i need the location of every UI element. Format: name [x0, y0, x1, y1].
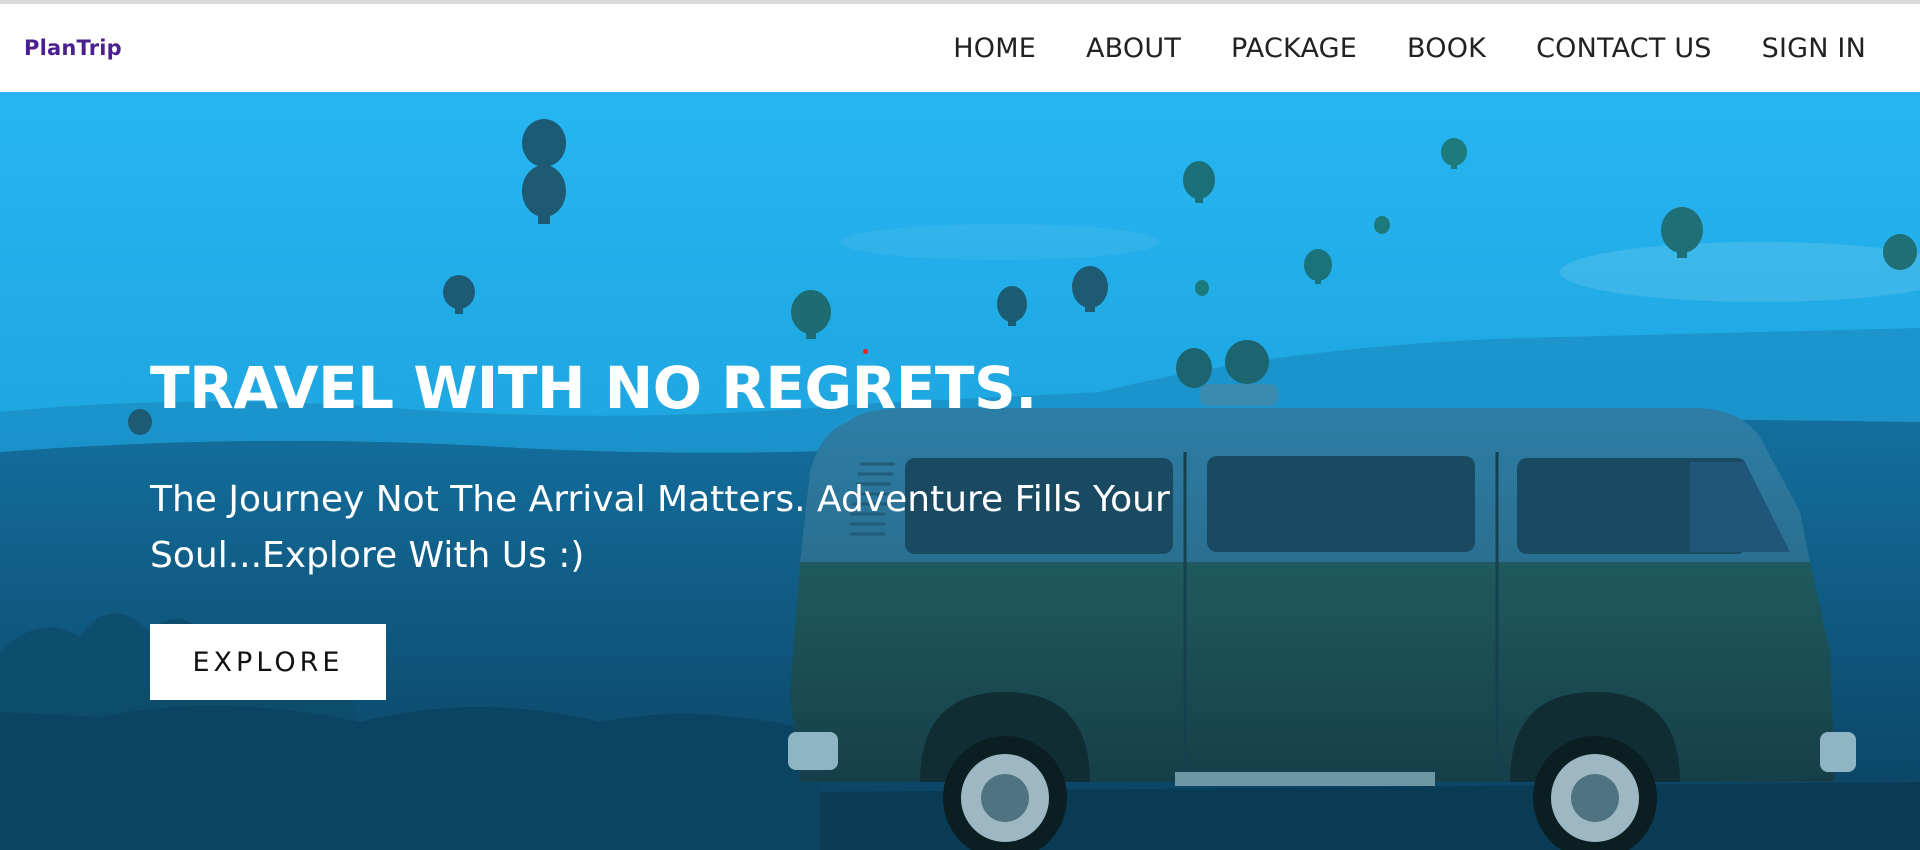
brand-logo[interactable]: PlanTrip — [24, 36, 122, 60]
navbar: PlanTrip HOME ABOUT PACKAGE BOOK CONTACT… — [0, 4, 1920, 92]
nav-package[interactable]: PACKAGE — [1231, 33, 1357, 64]
nav-contact-us[interactable]: CONTACT US — [1536, 33, 1712, 64]
nav-home[interactable]: HOME — [953, 33, 1036, 64]
hero-subtitle: The Journey Not The Arrival Matters. Adv… — [150, 479, 1170, 576]
nav-book[interactable]: BOOK — [1407, 33, 1486, 64]
nav-sign-in[interactable]: SIGN IN — [1762, 33, 1866, 64]
explore-button[interactable]: EXPLORE — [150, 624, 386, 700]
hero-content: TRAVEL WITH NO REGRETS. The Journey Not … — [150, 354, 1350, 700]
hero-title: TRAVEL WITH NO REGRETS. — [150, 354, 1037, 422]
hero-section: TRAVEL WITH NO REGRETS. The Journey Not … — [0, 92, 1920, 850]
nav-about[interactable]: ABOUT — [1086, 33, 1181, 64]
main-nav: HOME ABOUT PACKAGE BOOK CONTACT US SIGN … — [903, 33, 1866, 64]
